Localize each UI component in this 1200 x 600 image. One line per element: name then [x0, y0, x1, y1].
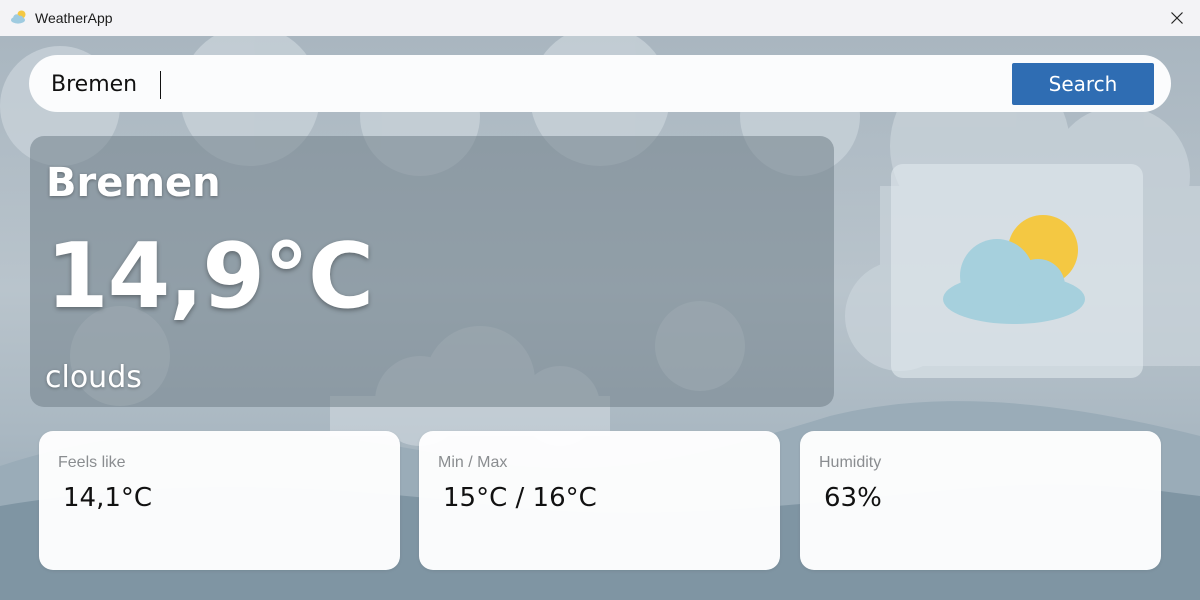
humidity-label: Humidity: [819, 454, 882, 471]
close-icon: [1171, 12, 1183, 24]
humidity-value: 63%: [824, 483, 882, 513]
feels-like-label: Feels like: [58, 454, 126, 471]
search-button[interactable]: Search: [1012, 63, 1154, 105]
feels-like-value: 14,1°C: [63, 483, 153, 513]
close-button[interactable]: [1154, 0, 1200, 36]
app-window: WeatherApp Bremen Search Bremen 14,9°C c…: [0, 0, 1200, 600]
weather-condition: clouds: [45, 360, 142, 395]
search-bar: Search: [29, 55, 1171, 112]
text-caret: [160, 71, 161, 99]
title-bar: WeatherApp: [0, 0, 1200, 36]
feels-like-card: Feels like 14,1°C: [39, 431, 400, 570]
min-max-card: Min / Max 15°C / 16°C: [419, 431, 780, 570]
partly-cloudy-icon: [943, 215, 1085, 324]
search-input[interactable]: [51, 65, 1011, 103]
main-content: Search Bremen 14,9°C clouds Feels like 1…: [0, 36, 1200, 600]
current-temperature: 14,9°C: [46, 224, 374, 329]
window-title: WeatherApp: [35, 10, 113, 26]
weather-icon-panel: [891, 164, 1143, 378]
humidity-card: Humidity 63%: [800, 431, 1161, 570]
city-name: Bremen: [46, 160, 221, 206]
min-max-label: Min / Max: [438, 454, 508, 471]
min-max-value: 15°C / 16°C: [443, 483, 597, 513]
partly-cloudy-icon: [11, 10, 26, 24]
current-weather-card: Bremen 14,9°C clouds: [30, 136, 834, 407]
